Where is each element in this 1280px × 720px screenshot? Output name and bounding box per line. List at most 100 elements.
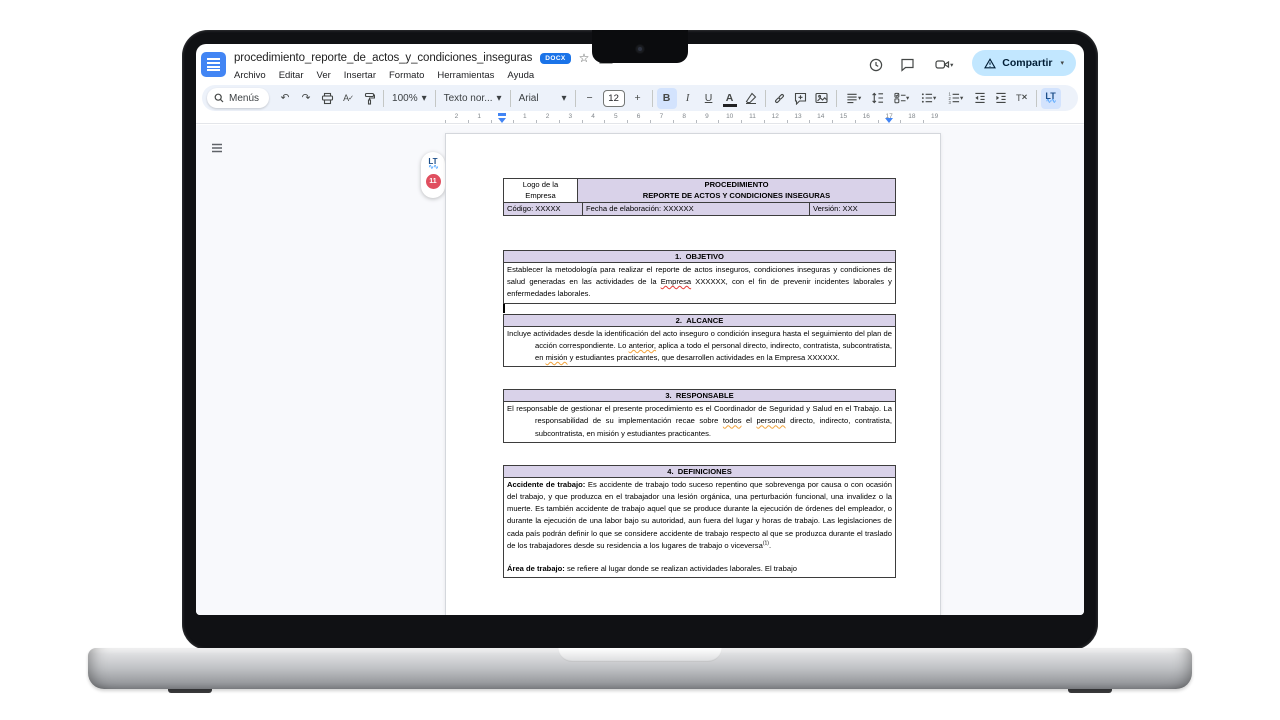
ruler-number: 7	[660, 113, 664, 120]
font-select[interactable]: Arial▾	[515, 88, 571, 109]
add-comment-button[interactable]	[791, 88, 811, 109]
ruler-tick	[923, 120, 924, 123]
right-indent-marker[interactable]	[885, 118, 893, 123]
ruler-tick	[513, 120, 514, 123]
laptop-screen-bezel: procedimiento_reporte_de_actos_y_condici…	[182, 30, 1098, 650]
ruler-number: 3	[568, 113, 572, 120]
star-icon[interactable]: ☆	[579, 52, 590, 64]
meet-caret-icon[interactable]: ▾	[950, 61, 953, 69]
procedure-title-cell: PROCEDIMIENTO REPORTE DE ACTOS Y CONDICI…	[577, 179, 895, 202]
laptop-base	[88, 648, 1192, 689]
text-color-button[interactable]: A	[720, 88, 740, 109]
screenshot: procedimiento_reporte_de_actos_y_condici…	[0, 0, 1280, 720]
ruler-number: 11	[749, 113, 756, 120]
ruler-number: 16	[863, 113, 870, 120]
menus-search-button[interactable]: Menús	[207, 88, 269, 108]
bold-button[interactable]: B	[657, 88, 677, 109]
ruler-tick	[741, 120, 742, 123]
section-title: 1. OBJETIVO	[504, 251, 895, 263]
menu-archivo[interactable]: Archivo	[234, 70, 266, 81]
increase-font-size-button[interactable]: +	[628, 88, 648, 109]
section-body: Establecer la metodología para realizar …	[504, 263, 895, 303]
ruler-tick	[582, 120, 583, 123]
ruler-tick	[696, 120, 697, 123]
left-indent-marker[interactable]	[498, 118, 506, 123]
line-spacing-button[interactable]	[868, 88, 888, 109]
first-line-indent-marker[interactable]	[498, 113, 506, 116]
styles-select[interactable]: Texto nor...▾	[440, 88, 506, 109]
ruler-number: 19	[931, 113, 938, 120]
insert-link-button[interactable]	[770, 88, 790, 109]
lt-issue-count-badge[interactable]: 11	[426, 174, 441, 189]
ruler-tick	[445, 120, 446, 123]
menu-ayuda[interactable]: Ayuda	[507, 70, 534, 81]
spellcheck-button[interactable]: A✓	[338, 88, 358, 109]
document-page[interactable]: Logo de la Empresa PROCEDIMIENTO REPORTE…	[445, 133, 941, 615]
show-outline-button[interactable]	[207, 138, 227, 158]
highlight-color-button[interactable]	[741, 88, 761, 109]
paint-format-button[interactable]	[359, 88, 379, 109]
toolbar: Menús ↶ ↷ A✓ 100%▾	[202, 85, 1078, 111]
meet-camera-icon[interactable]: ▾	[931, 56, 957, 73]
font-size-input[interactable]: 12	[603, 90, 625, 107]
ruler-tick	[855, 120, 856, 123]
align-button[interactable]: ▾	[841, 88, 867, 109]
section-definiciones: 4. DEFINICIONES Accidente de trabajo: Es…	[503, 465, 896, 578]
zoom-select[interactable]: 100%▾	[388, 88, 431, 109]
increase-indent-button[interactable]	[991, 88, 1011, 109]
ruler-number: 8	[682, 113, 686, 120]
menu-insertar[interactable]: Insertar	[344, 70, 376, 81]
document-title[interactable]: procedimiento_reporte_de_actos_y_condici…	[234, 52, 532, 64]
underline-button[interactable]: U	[699, 88, 719, 109]
clear-formatting-button[interactable]: T	[1012, 88, 1032, 109]
languagetool-extension-button[interactable]: LT∿∿	[1041, 88, 1061, 109]
numbered-list-button[interactable]: 1 2 3 ▾	[943, 88, 969, 109]
svg-text:T: T	[1016, 93, 1022, 103]
undo-button[interactable]: ↶	[275, 88, 295, 109]
search-icon	[214, 93, 224, 103]
menu-editar[interactable]: Editar	[279, 70, 304, 81]
ruler-number: 1	[477, 113, 481, 120]
bulleted-list-button[interactable]: ▾	[916, 88, 942, 109]
ruler-number: 14	[817, 113, 824, 120]
ruler-number: 10	[726, 113, 733, 120]
ruler-tick	[627, 120, 628, 123]
menu-herramientas[interactable]: Herramientas	[437, 70, 494, 81]
ruler-tick	[764, 120, 765, 123]
ruler-number: 18	[908, 113, 915, 120]
ruler-number: 2	[455, 113, 459, 120]
webcam-icon	[635, 44, 645, 54]
redo-button[interactable]: ↷	[296, 88, 316, 109]
ruler-tick	[673, 120, 674, 123]
decrease-indent-button[interactable]	[970, 88, 990, 109]
version-history-icon[interactable]	[867, 56, 884, 73]
share-button[interactable]: Compartir ▾	[972, 50, 1076, 76]
decrease-font-size-button[interactable]: −	[580, 88, 600, 109]
insert-image-button[interactable]	[812, 88, 832, 109]
logo-cell: Logo de la Empresa	[504, 179, 577, 202]
languagetool-widget[interactable]: LT∿∿ 11	[421, 152, 445, 198]
checklist-button[interactable]: ▾	[889, 88, 915, 109]
menu-formato[interactable]: Formato	[389, 70, 424, 81]
ruler-tick	[536, 120, 537, 123]
svg-text:3: 3	[948, 100, 951, 104]
menu-ver[interactable]: Ver	[317, 70, 331, 81]
google-docs-icon[interactable]	[201, 52, 226, 77]
section-body: Incluye actividades desde la identificac…	[504, 327, 895, 367]
ruler-number: 12	[772, 113, 779, 120]
comments-icon[interactable]	[899, 56, 916, 73]
ruler-number: 9	[705, 113, 709, 120]
ruler-tick	[787, 120, 788, 123]
code-cell: Código: XXXXX	[504, 203, 582, 215]
share-caret-icon[interactable]: ▾	[1060, 59, 1064, 67]
share-lock-warning-icon	[984, 58, 996, 69]
italic-button[interactable]: I	[678, 88, 698, 109]
ruler-tick	[718, 120, 719, 123]
share-label: Compartir	[1002, 57, 1052, 69]
ruler-tick	[491, 120, 492, 123]
date-cell: Fecha de elaboración: XXXXXX	[582, 203, 809, 215]
print-button[interactable]	[317, 88, 337, 109]
section-title: 4. DEFINICIONES	[504, 466, 895, 478]
google-docs-window: procedimiento_reporte_de_actos_y_condici…	[196, 44, 1084, 615]
menus-label: Menús	[229, 93, 259, 104]
